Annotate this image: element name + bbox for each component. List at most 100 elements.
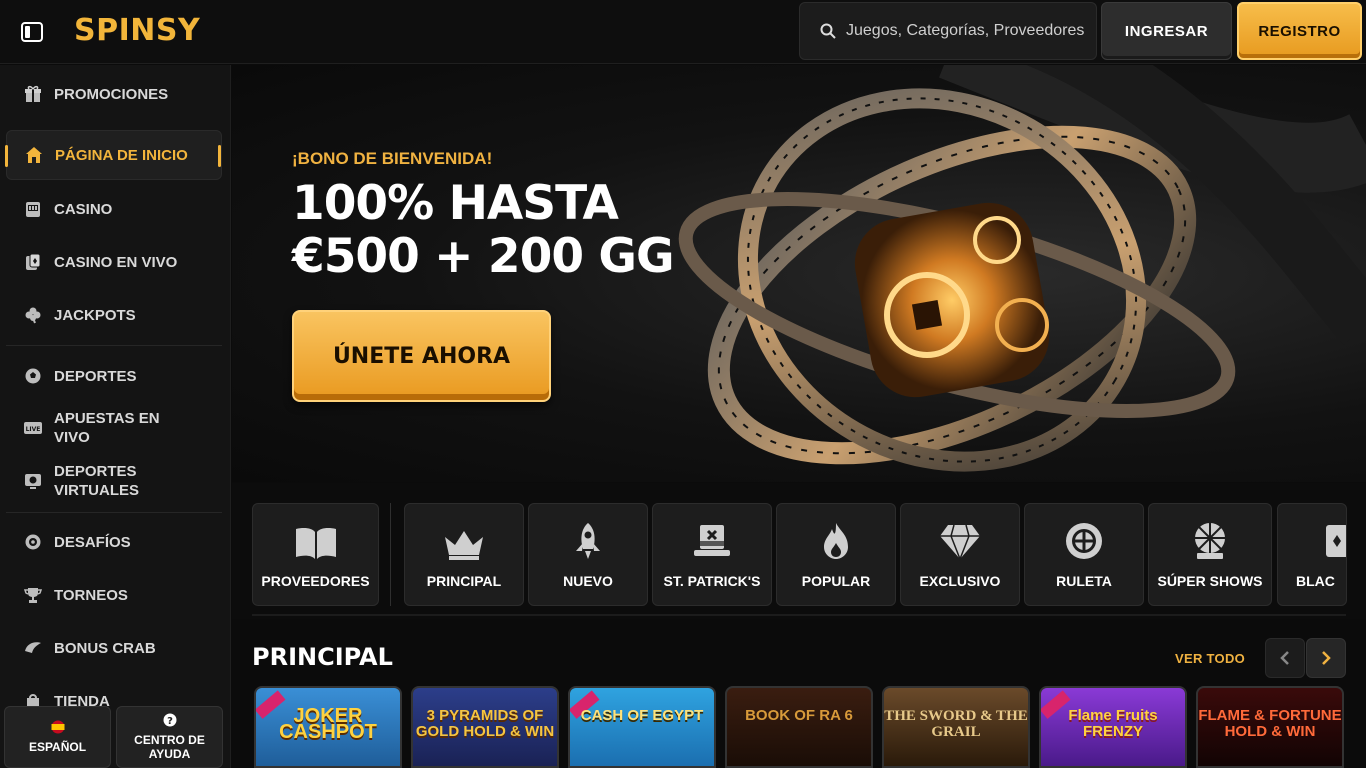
sidebar-item-label: PÁGINA DE INICIO xyxy=(55,146,188,164)
category-super-shows[interactable]: SÚPER SHOWS xyxy=(1148,503,1272,606)
game-title: JOKER CASHPOT xyxy=(279,705,377,743)
sidebar-item-torneos[interactable]: TORNEOS xyxy=(6,579,222,611)
sidebar-item-deportes[interactable]: DEPORTES xyxy=(6,360,222,392)
category-ruleta[interactable]: RULETA xyxy=(1024,503,1144,606)
clover-icon xyxy=(22,304,44,326)
game-tile-joker-cashpot[interactable]: JOKER CASHPOT xyxy=(254,686,402,768)
search-input[interactable] xyxy=(846,22,1086,40)
category-scrollbar[interactable] xyxy=(252,614,1346,616)
sidebar-item-desafios[interactable]: DESAFÍOS xyxy=(6,526,222,558)
game-tile-sword-and-grail[interactable]: THE SWORD & THE GRAIL xyxy=(882,686,1030,768)
sidebar-item-promociones[interactable]: PROMOCIONES xyxy=(6,78,222,110)
help-center-button[interactable]: ? CENTRO DE AYUDA xyxy=(116,706,223,768)
sidebar-item-label: JACKPOTS xyxy=(54,306,136,324)
category-label: RULETA xyxy=(1056,573,1112,589)
login-button[interactable]: INGRESAR xyxy=(1101,2,1232,60)
chevron-left-icon xyxy=(1280,651,1289,665)
live-badge-icon: LIVE xyxy=(22,417,44,439)
claw-icon xyxy=(22,637,44,659)
book-icon xyxy=(295,528,336,559)
help-icon: ? xyxy=(163,713,176,727)
category-label: BLAC xyxy=(1296,573,1335,589)
category-label: EXCLUSIVO xyxy=(919,573,1001,589)
hero-title-line2: €500 + 200 GG xyxy=(292,229,675,284)
join-now-button[interactable]: ÚNETE AHORA xyxy=(292,310,551,402)
virtual-sports-icon xyxy=(22,470,44,492)
hero-kicker: ¡BONO DE BIENVENIDA! xyxy=(292,149,493,168)
soccer-ball-icon xyxy=(22,365,44,387)
language-button[interactable]: ESPAÑOL xyxy=(4,706,111,768)
wheel-show-icon xyxy=(1195,523,1225,559)
prev-button[interactable] xyxy=(1265,638,1305,678)
sidebar-item-casino[interactable]: CASINO xyxy=(6,193,222,225)
category-label: NUEVO xyxy=(563,573,613,589)
sidebar-toggle-icon[interactable] xyxy=(18,20,46,44)
sidebar-item-deportes-virtuales[interactable]: DEPORTES VIRTUALES xyxy=(6,461,222,501)
svg-text:?: ? xyxy=(167,716,173,727)
sidebar-item-label: APUESTAS EN VIVO xyxy=(54,410,160,446)
top-bar: SPINSY INGRESAR REGISTRO xyxy=(0,0,1366,64)
search-icon xyxy=(820,23,836,39)
category-exclusivo[interactable]: EXCLUSIVO xyxy=(900,503,1020,606)
category-label: PRINCIPAL xyxy=(426,573,502,589)
category-divider xyxy=(390,503,391,606)
hero-title: 100% HASTA €500 + 200 GG xyxy=(292,177,772,283)
category-label: SÚPER SHOWS xyxy=(1157,573,1263,589)
hero-title-line1: 100% HASTA xyxy=(292,176,619,231)
section-title: PRINCIPAL xyxy=(252,643,393,671)
game-tile-flame-and-fortune[interactable]: FLAME & FORTUNE HOLD & WIN xyxy=(1196,686,1344,768)
help-label: CENTRO DE AYUDA xyxy=(134,733,205,761)
svg-text:LIVE: LIVE xyxy=(26,426,41,433)
sidebar-item-label: DESAFÍOS xyxy=(54,533,131,551)
sidebar-item-bonus-crab[interactable]: BONUS CRAB xyxy=(6,632,222,664)
game-title: CASH OF EGYPT xyxy=(580,707,704,724)
trophy-icon xyxy=(22,584,44,606)
leprechaun-hat-icon xyxy=(694,525,730,556)
game-title: 3 PYRAMIDS OF GOLD HOLD & WIN xyxy=(415,707,555,740)
roulette-icon xyxy=(1066,523,1102,559)
sidebar-item-label: BONUS CRAB xyxy=(54,639,156,657)
game-tile-cash-of-egypt[interactable]: CASH OF EGYPT xyxy=(568,686,716,768)
flame-icon xyxy=(824,523,848,559)
sidebar: PROMOCIONES PÁGINA DE INICIO CASINO CASI… xyxy=(0,65,231,768)
sidebar-item-jackpots[interactable]: JACKPOTS xyxy=(6,299,222,331)
language-label: ESPAÑOL xyxy=(28,740,87,754)
see-all-link[interactable]: VER TODO xyxy=(1175,651,1245,666)
game-tile-book-of-ra-6[interactable]: BOOK OF RA 6 xyxy=(725,686,873,768)
category-proveedores[interactable]: PROVEEDORES xyxy=(252,503,379,606)
hero-banner[interactable]: ¡BONO DE BIENVENIDA! 100% HASTA €500 + 2… xyxy=(232,65,1366,482)
cards-icon xyxy=(1326,525,1346,557)
sidebar-item-label: CASINO EN VIVO xyxy=(54,253,178,271)
game-title: BOOK OF RA 6 xyxy=(745,707,853,724)
category-nuevo[interactable]: NUEVO xyxy=(528,503,648,606)
game-tile-flame-fruits-frenzy[interactable]: Flame Fruits FRENZY xyxy=(1039,686,1187,768)
slot-machine-icon xyxy=(22,198,44,220)
sidebar-item-label: TORNEOS xyxy=(54,586,128,604)
game-title: FLAME & FORTUNE HOLD & WIN xyxy=(1198,707,1342,740)
logo[interactable]: SPINSY xyxy=(74,13,200,48)
category-label: POPULAR xyxy=(801,573,871,589)
register-button[interactable]: REGISTRO xyxy=(1237,2,1362,60)
sidebar-divider xyxy=(6,512,222,513)
sidebar-item-inicio[interactable]: PÁGINA DE INICIO xyxy=(5,130,222,180)
game-title: Flame Fruits FRENZY xyxy=(1068,707,1158,740)
challenge-icon xyxy=(22,531,44,553)
live-cards-icon xyxy=(22,251,44,273)
next-button[interactable] xyxy=(1306,638,1346,678)
category-popular[interactable]: POPULAR xyxy=(776,503,896,606)
category-st-patricks[interactable]: ST. PATRICK'S xyxy=(652,503,772,606)
search-box[interactable] xyxy=(799,2,1097,60)
sidebar-divider xyxy=(6,345,222,346)
game-tile-3-pyramids-of-gold[interactable]: 3 PYRAMIDS OF GOLD HOLD & WIN xyxy=(411,686,559,768)
game-title: THE SWORD & THE GRAIL xyxy=(884,708,1028,740)
spain-flag-icon xyxy=(51,720,64,734)
category-blackjack[interactable]: BLAC xyxy=(1277,503,1347,606)
sidebar-item-label: PROMOCIONES xyxy=(54,85,169,103)
rocket-icon xyxy=(576,523,600,559)
category-principal[interactable]: PRINCIPAL xyxy=(404,503,524,606)
sidebar-item-apuestas-en-vivo[interactable]: LIVE APUESTAS EN VIVO xyxy=(6,408,222,448)
gift-icon xyxy=(22,83,44,105)
category-label: PROVEEDORES xyxy=(261,573,370,589)
sidebar-item-casino-en-vivo[interactable]: CASINO EN VIVO xyxy=(6,246,222,278)
diamond-icon xyxy=(940,524,980,561)
